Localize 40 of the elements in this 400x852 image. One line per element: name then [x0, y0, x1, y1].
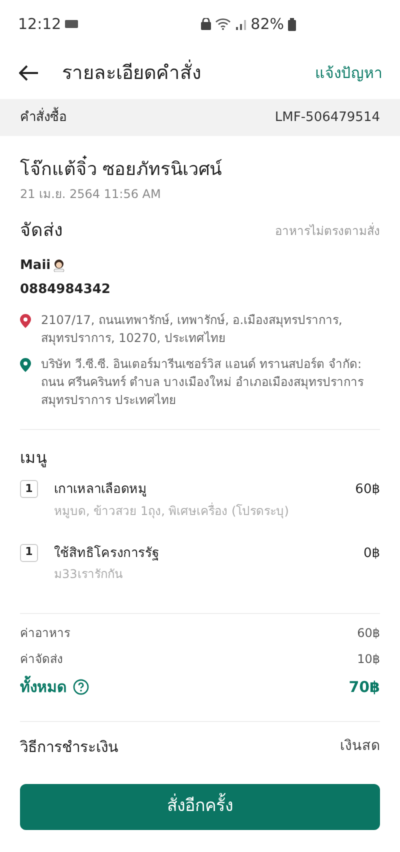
lock-icon	[200, 18, 211, 30]
total-label: ทั้งหมด	[20, 676, 67, 698]
status-time: 12:12	[18, 14, 62, 35]
reorder-button[interactable]: สั่งอีกครั้ง	[20, 784, 380, 830]
fee-amount: 10฿	[357, 651, 380, 668]
report-problem-link[interactable]: แจ้งปัญหา	[315, 62, 382, 84]
quantity-badge: 1	[20, 480, 38, 498]
item-name: เกาเหลาเลือดหมู	[54, 481, 148, 499]
item-price: 60฿	[355, 481, 380, 499]
order-date: 21 เม.ย. 2564 11:56 AM	[20, 186, 162, 203]
payment-label: วิธีการชำระเงิน	[20, 736, 118, 758]
fee-amount: 60฿	[357, 625, 380, 642]
battery-icon	[288, 18, 296, 30]
fee-label: ค่าจัดส่ง	[20, 651, 63, 668]
signal-icon	[234, 18, 247, 30]
wifi-icon	[214, 18, 231, 30]
customer-name: Maii	[20, 257, 51, 275]
payment-method: เงินสด	[340, 737, 380, 756]
help-icon[interactable]	[73, 679, 89, 696]
order-number: LMF-506479514	[274, 108, 380, 127]
item-price: 0฿	[363, 544, 380, 562]
fee-label: ค่าอาหาร	[20, 625, 70, 642]
customer-phone: 0884984342	[20, 280, 112, 298]
restaurant-name: โจ๊กแต้จิ๋ว ซอยภัทรนิเวศน์	[20, 156, 380, 183]
wrong-order-link[interactable]: อาหารไม่ตรงตามสั่ง	[275, 222, 380, 240]
page-title: รายละเอียดคำสั่ง	[62, 58, 201, 86]
total-amount: 70฿	[348, 677, 380, 698]
battery-percent: 82%	[250, 14, 284, 35]
menu-title: เมนู	[20, 447, 48, 470]
delivery-title: จัดส่ง	[20, 219, 63, 243]
notification-icon	[65, 19, 80, 29]
item-note: ม33เรารักกัน	[54, 566, 124, 583]
item-note: หมูบด, ข้าวสวย 1ถุง, พิเศษเครื่อง (โปรดระบุ)	[54, 502, 290, 520]
address-text: 2107/17, ถนนเทพารักษ์, เทพารักษ์, อ.เมืองสมุทรปราการ, สมุทรปราการ, 10270, ประเทศไทย	[41, 312, 344, 347]
item-name: ใช้สิทธิโครงการรัฐ	[54, 544, 160, 562]
back-arrow-icon	[19, 65, 39, 81]
person-icon	[52, 259, 65, 272]
address-text: บริษัท วี.ซี.ซี. อินเตอร์มารีนเซอร์วิส แอนด์ ทรานสปอร์ต จำกัด: ถนน ศรีนครินทร์ ตำบล บางเมืองใหม่ อำเภอเมืองสมุทรปราการ สมุทรปราการ ประเทศไทย	[41, 356, 364, 409]
order-label: คำสั่งซื้อ	[20, 108, 67, 128]
quantity-badge: 1	[20, 544, 38, 562]
